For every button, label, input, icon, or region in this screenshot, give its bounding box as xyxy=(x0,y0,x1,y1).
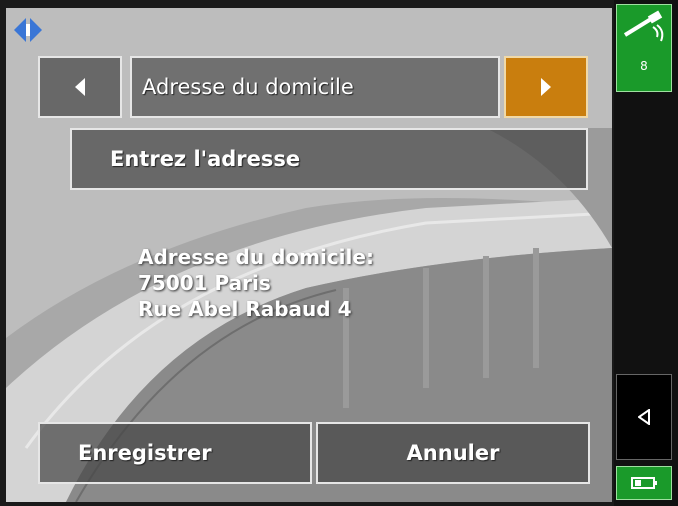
cancel-label: Annuler xyxy=(406,441,500,465)
next-button[interactable] xyxy=(504,56,588,118)
address-line-2: Rue Abel Rabaud 4 xyxy=(138,297,352,321)
enter-address-label: Entrez l'adresse xyxy=(110,147,301,171)
back-arrow-icon xyxy=(638,409,650,425)
satellite-count: 8 xyxy=(640,59,648,73)
previous-button[interactable] xyxy=(38,56,122,118)
address-type-selector[interactable]: Adresse du domicile xyxy=(130,56,500,118)
home-address-summary: Adresse du domicile: 75001 Paris Rue Abe… xyxy=(138,244,374,322)
battery-status xyxy=(616,466,672,500)
save-label: Enregistrer xyxy=(78,441,212,465)
side-back-button[interactable] xyxy=(616,374,672,460)
battery-icon xyxy=(631,477,657,489)
save-button[interactable]: Enregistrer xyxy=(38,422,312,484)
address-type-label: Adresse du domicile xyxy=(142,75,354,99)
address-line-1: 75001 Paris xyxy=(138,271,271,295)
main-panel: Adresse du domicile Entrez l'adresse Adr… xyxy=(6,8,612,502)
enter-address-button[interactable]: Entrez l'adresse xyxy=(70,128,588,190)
gps-status[interactable]: 8 xyxy=(616,4,672,92)
navigation-screen: Adresse du domicile Entrez l'adresse Adr… xyxy=(0,0,678,506)
cancel-button[interactable]: Annuler xyxy=(316,422,590,484)
arrow-left-icon xyxy=(75,78,85,96)
arrow-right-icon xyxy=(541,78,551,96)
address-heading: Adresse du domicile: xyxy=(138,245,374,269)
satellite-icon xyxy=(623,10,664,42)
compass-logo-icon[interactable] xyxy=(8,10,48,50)
